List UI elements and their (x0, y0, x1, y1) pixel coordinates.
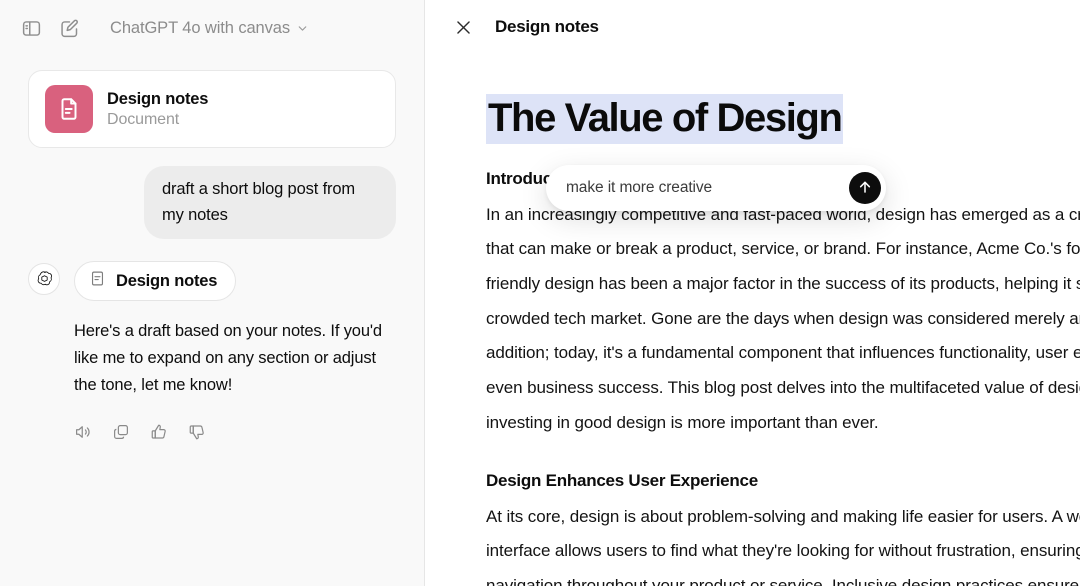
paragraph-line: navigation throughout your product or se… (486, 575, 1080, 586)
document-file-icon (45, 85, 93, 133)
paragraph-line: crowded tech market. Gone are the days w… (486, 308, 1080, 328)
assistant-message-row: Design notes Here's a draft based on you… (28, 261, 396, 447)
send-button[interactable] (849, 172, 881, 204)
chatgpt-canvas-window: ChatGPT 4o with canvas Design notes Docu… (0, 0, 1080, 586)
model-selector[interactable]: ChatGPT 4o with canvas (102, 14, 317, 43)
openai-logo-icon (28, 263, 60, 296)
attached-document-card[interactable]: Design notes Document (28, 70, 396, 148)
user-message-bubble: draft a short blog post from my notes (144, 166, 396, 240)
canvas-document-chip[interactable]: Design notes (74, 261, 237, 302)
close-x-icon[interactable] (449, 13, 477, 41)
compose-pencil-icon[interactable] (52, 11, 86, 45)
speaker-icon[interactable] (68, 417, 98, 447)
document-card-subtitle: Document (107, 110, 180, 128)
paragraph-line: interface allows users to find what they… (486, 541, 1080, 561)
message-actions (68, 417, 396, 447)
document-heading-wrap: The Value of Design (486, 94, 1080, 144)
document-section-user-experience: Design Enhances User Experience At its c… (486, 471, 1080, 586)
section-paragraph: In an increasingly competitive and fast-… (486, 198, 1080, 441)
canvas-document[interactable]: The Value of Design Introduction In an i… (425, 54, 1080, 586)
document-card-meta: Design notes Document (107, 90, 208, 129)
thumbs-down-icon[interactable] (182, 417, 212, 447)
document-heading: The Value of Design (486, 94, 844, 144)
canvas-inline-prompt-popup[interactable] (546, 165, 886, 211)
assistant-message-text: Here's a draft based on your notes. If y… (74, 322, 382, 394)
user-message-row: draft a short blog post from my notes (28, 166, 396, 240)
canvas-chip-label: Design notes (116, 271, 218, 290)
thumbs-up-icon[interactable] (144, 417, 174, 447)
paragraph-line: even business success. This blog post de… (486, 378, 1080, 398)
section-heading: Design Enhances User Experience (486, 470, 758, 490)
canvas-prompt-input[interactable] (566, 179, 849, 197)
chat-panel: ChatGPT 4o with canvas Design notes Docu… (0, 0, 425, 586)
canvas-title: Design notes (495, 17, 599, 36)
arrow-up-icon (857, 179, 873, 198)
paragraph-line: that can make or break a product, servic… (486, 239, 1080, 259)
assistant-message-body: Design notes Here's a draft based on you… (74, 261, 396, 447)
paragraph-line: At its core, design is about problem-sol… (486, 506, 1080, 526)
paragraph-line: friendly design has been a major factor … (486, 274, 1080, 294)
section-paragraph: At its core, design is about problem-sol… (486, 500, 1080, 586)
canvas-panel: Design notes The Value of Design Introdu… (425, 0, 1080, 586)
conversation: Design notes Document draft a short blog… (0, 56, 424, 447)
copy-icon[interactable] (106, 417, 136, 447)
chevron-down-icon (296, 22, 309, 35)
document-outline-icon (89, 270, 106, 292)
chat-toolbar: ChatGPT 4o with canvas (0, 0, 424, 56)
paragraph-line: addition; today, it's a fundamental comp… (486, 343, 1080, 363)
model-selector-label: ChatGPT 4o with canvas (110, 18, 291, 37)
sidebar-panel-icon[interactable] (14, 11, 48, 45)
paragraph-line: investing in good design is more importa… (486, 412, 879, 432)
canvas-toolbar: Design notes (425, 0, 1080, 54)
document-card-title: Design notes (107, 89, 209, 108)
